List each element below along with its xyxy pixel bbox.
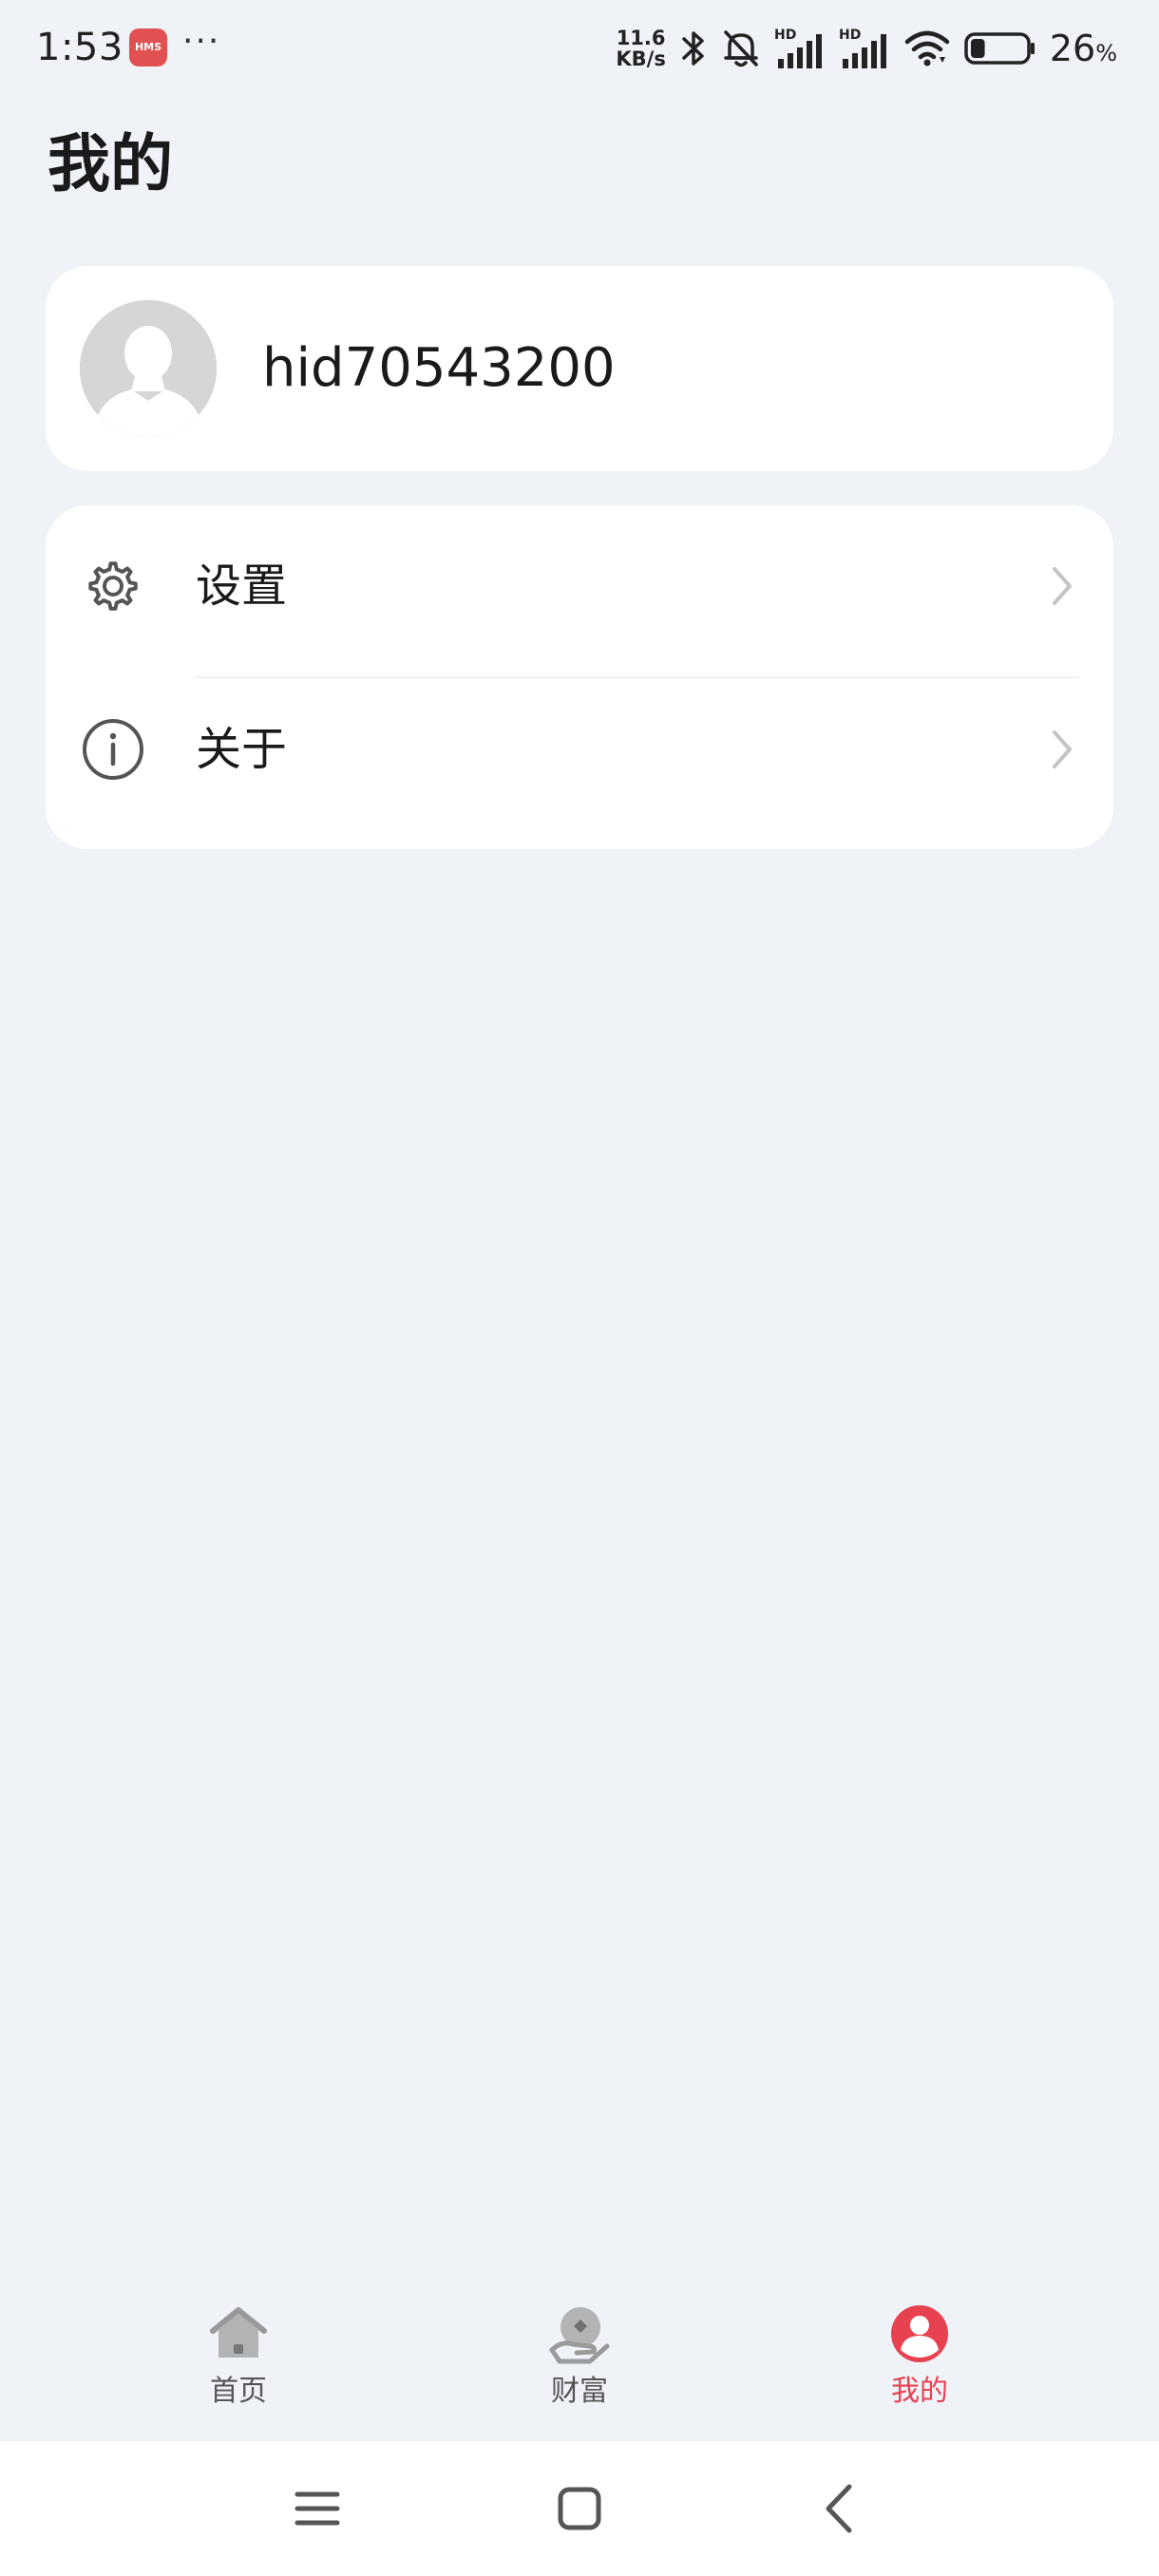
- signal-icon: HD: [774, 28, 822, 68]
- tab-mine[interactable]: 我的: [825, 2302, 1015, 2435]
- home-square-icon[interactable]: [546, 2475, 613, 2542]
- default-avatar-icon: [80, 300, 217, 437]
- menu-item-about[interactable]: 关于: [46, 669, 1113, 830]
- battery-percent: 26%: [1050, 28, 1117, 69]
- menu-icon[interactable]: [284, 2475, 351, 2542]
- back-icon[interactable]: [808, 2475, 874, 2542]
- info-icon: [83, 719, 143, 780]
- wifi-icon: [904, 30, 950, 66]
- tab-wealth[interactable]: 财富: [484, 2302, 674, 2435]
- bluetooth-icon: [682, 31, 704, 66]
- page-title: 我的: [48, 127, 173, 200]
- chevron-right-icon: [1053, 567, 1072, 605]
- status-icons: 11.6 KB/s HD HD 26%: [616, 25, 1117, 72]
- network-speed: 11.6 KB/s: [616, 28, 665, 69]
- avatar[interactable]: [80, 300, 217, 437]
- menu-item-label: 关于: [196, 723, 288, 776]
- signal-hd-label: HD: [774, 28, 796, 43]
- menu-item-settings[interactable]: 设置: [46, 505, 1113, 667]
- more-notifications-icon: ···: [182, 22, 221, 61]
- battery-percent-unit: %: [1095, 40, 1117, 66]
- battery-percent-value: 26: [1049, 28, 1096, 69]
- status-bar: 1:53 HMS ··· 11.6 KB/s HD HD 26%: [0, 0, 1159, 95]
- profile-icon: [891, 2305, 948, 2362]
- bell-off-icon: [724, 30, 758, 67]
- chevron-right-icon: [1053, 730, 1072, 768]
- tab-home[interactable]: 首页: [143, 2302, 333, 2435]
- username: hid70543200: [262, 337, 616, 399]
- bottom-tab-bar: 首页 财富 我的: [0, 2280, 1159, 2441]
- home-icon: [210, 2307, 267, 2358]
- tab-label: 财富: [551, 2375, 608, 2408]
- tab-label: 首页: [210, 2375, 267, 2408]
- menu-item-label: 设置: [196, 559, 288, 613]
- battery-icon: [964, 32, 1035, 65]
- profile-card[interactable]: hid70543200: [46, 266, 1113, 471]
- signal-hd-label: HD: [839, 28, 861, 43]
- menu-card: 设置 关于: [46, 505, 1113, 849]
- system-navigation-bar: [0, 2441, 1159, 2576]
- network-speed-value: 11.6: [616, 27, 666, 49]
- signal-icon: HD: [839, 28, 886, 68]
- gear-icon: [88, 561, 138, 611]
- status-time: 1:53: [36, 26, 124, 69]
- wealth-icon: [549, 2307, 610, 2364]
- network-speed-unit: KB/s: [616, 47, 666, 70]
- hms-badge-icon: HMS: [129, 28, 167, 66]
- tab-label: 我的: [891, 2375, 948, 2408]
